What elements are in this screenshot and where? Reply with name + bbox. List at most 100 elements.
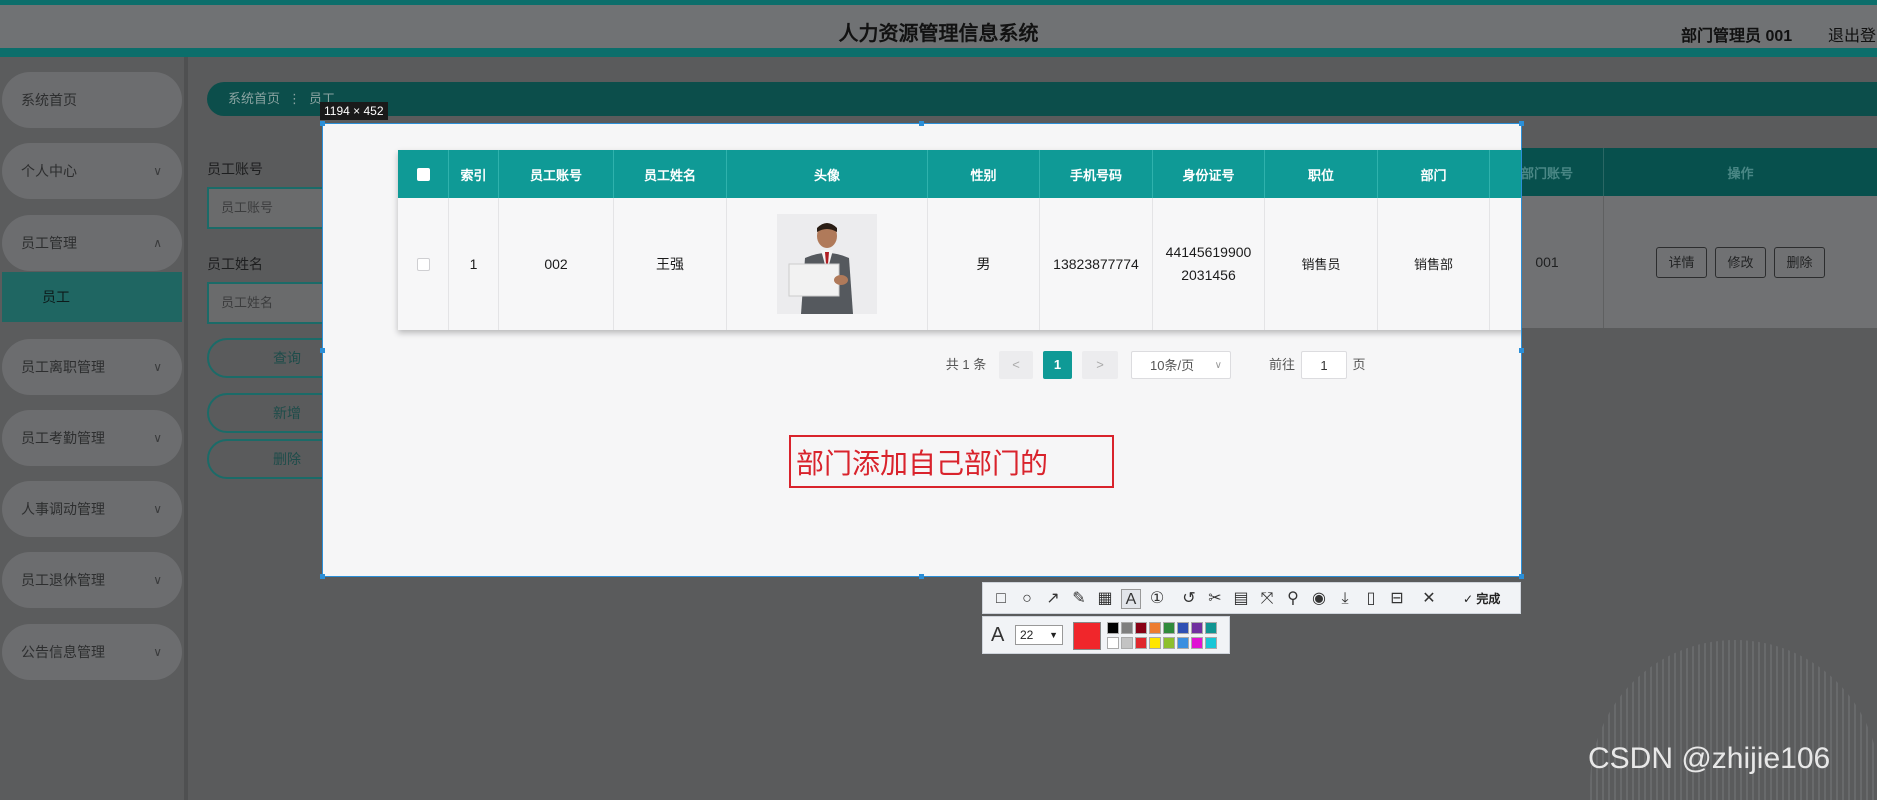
sidebar: 系统首页 个人中心 ∨ 员工管理 ∧ 员工 员工离职管理 ∨ 员工考勤管理 ∨ 人事调动… xyxy=(0,57,188,800)
annotation-text[interactable]: 部门添加自己部门的 xyxy=(796,442,1048,482)
resize-handle-top[interactable] xyxy=(919,121,924,126)
text-tool-icon[interactable]: A xyxy=(1121,589,1141,609)
color-swatch[interactable] xyxy=(1177,637,1189,649)
color-swatch[interactable] xyxy=(1205,622,1217,634)
row-checkbox[interactable] xyxy=(416,257,430,271)
pagination: 共 1 条 < 1 > 10条/页 ∨ 前往 1 页 xyxy=(323,351,1521,381)
color-swatch[interactable] xyxy=(1107,622,1119,634)
breadcrumb-separator: ⋮ xyxy=(288,91,302,106)
edit-button[interactable]: 修改 xyxy=(1715,246,1766,278)
td-id-number: 44145619900 2031456 xyxy=(1152,198,1264,330)
resize-handle-top-left[interactable] xyxy=(320,121,325,126)
sidebar-item-attendance[interactable]: 员工考勤管理 ∨ xyxy=(2,410,182,466)
sidebar-item-label: 员工管理 xyxy=(21,235,77,251)
number-tool-icon[interactable]: ① xyxy=(1147,589,1167,609)
avatar xyxy=(777,214,877,314)
sidebar-item-transfer[interactable]: 人事调动管理 ∨ xyxy=(2,481,182,537)
sidebar-item-notices[interactable]: 公告信息管理 ∨ xyxy=(2,624,182,680)
check-icon: ✓ xyxy=(1463,592,1474,606)
table-header: 索引 员工账号 员工姓名 头像 性别 手机号码 身份证号 职位 部门 xyxy=(398,150,1521,198)
mosaic-tool-icon[interactable]: ▦ xyxy=(1095,589,1115,609)
resize-handle-right[interactable] xyxy=(1519,348,1524,353)
color-swatch[interactable] xyxy=(1121,622,1133,634)
sidebar-item-personal[interactable]: 个人中心 ∨ xyxy=(2,143,182,199)
current-color-swatch[interactable] xyxy=(1073,622,1101,650)
logout-link[interactable]: 退出登录 xyxy=(1828,22,1877,46)
capture-region[interactable]: 索引 员工账号 员工姓名 头像 性别 手机号码 身份证号 职位 部门 1 002… xyxy=(322,123,1522,577)
phone-icon[interactable]: ▯ xyxy=(1361,589,1381,609)
td-gender: 男 xyxy=(927,198,1039,330)
th-select-all[interactable] xyxy=(398,150,448,198)
color-swatch[interactable] xyxy=(1149,622,1161,634)
scissors-icon[interactable]: ✂ xyxy=(1205,589,1225,609)
resize-handle-bottom[interactable] xyxy=(919,574,924,579)
color-swatch[interactable] xyxy=(1107,637,1119,649)
color-swatch[interactable] xyxy=(1135,637,1147,649)
td-index: 1 xyxy=(448,198,498,330)
translate-icon[interactable]: ⤧ xyxy=(1257,589,1277,609)
color-swatch[interactable] xyxy=(1177,622,1189,634)
sidebar-item-employee-mgmt[interactable]: 员工管理 ∧ xyxy=(2,215,182,271)
record-icon[interactable]: ◉ xyxy=(1309,589,1329,609)
td-name: 王强 xyxy=(613,198,726,330)
goto-page-input[interactable]: 1 xyxy=(1301,351,1347,379)
resize-handle-top-right[interactable] xyxy=(1519,121,1524,126)
td-avatar xyxy=(726,198,927,330)
th-gender: 性别 xyxy=(927,150,1039,198)
current-user: 部门管理员 001 xyxy=(1681,28,1793,45)
color-swatch[interactable] xyxy=(1163,637,1175,649)
pin-icon[interactable]: ⚲ xyxy=(1283,589,1303,609)
pen-tool-icon[interactable]: ✎ xyxy=(1069,589,1089,609)
resize-handle-left[interactable] xyxy=(320,348,325,353)
system-title: 人力资源管理信息系统 xyxy=(838,23,1039,45)
next-page-button[interactable]: > xyxy=(1082,351,1118,379)
prev-page-button[interactable]: < xyxy=(999,351,1033,379)
sidebar-subitem-employee[interactable]: 员工 xyxy=(2,272,182,322)
table-row: 1 002 王强 男 13823877774 44145619900 20314… xyxy=(398,198,1521,330)
sidebar-item-home[interactable]: 系统首页 xyxy=(2,72,182,128)
detail-button[interactable]: 详情 xyxy=(1656,246,1707,278)
chevron-down-icon: ∨ xyxy=(153,502,162,516)
done-button[interactable]: ✓ 完成 xyxy=(1463,590,1500,607)
sidebar-item-retirement[interactable]: 员工退休管理 ∨ xyxy=(2,552,182,608)
close-icon[interactable]: ✕ xyxy=(1419,589,1439,609)
row-delete-button[interactable]: 删除 xyxy=(1774,246,1825,278)
color-swatch[interactable] xyxy=(1205,637,1217,649)
chevron-down-icon: ∨ xyxy=(153,164,162,178)
breadcrumb-home[interactable]: 系统首页 xyxy=(228,91,280,106)
resize-handle-bottom-right[interactable] xyxy=(1519,574,1524,579)
sidebar-item-label: 员工考勤管理 xyxy=(21,430,105,446)
page-1-button[interactable]: 1 xyxy=(1043,351,1072,379)
rectangle-tool-icon[interactable]: □ xyxy=(991,589,1011,609)
arrow-tool-icon[interactable]: ↗ xyxy=(1043,589,1063,609)
color-swatch[interactable] xyxy=(1191,622,1203,634)
capture-size-badge: 1194 × 452 xyxy=(320,102,388,120)
breadcrumb: 系统首页 ⋮ 员工 xyxy=(207,82,1877,116)
th-phone: 手机号码 xyxy=(1039,150,1152,198)
color-swatch[interactable] xyxy=(1135,622,1147,634)
undo-icon[interactable]: ↺ xyxy=(1179,589,1199,609)
sidebar-item-label: 员工退休管理 xyxy=(21,572,105,588)
font-size-select[interactable]: 22 ▼ xyxy=(1015,625,1063,645)
resize-handle-bottom-left[interactable] xyxy=(320,574,325,579)
select-all-checkbox[interactable] xyxy=(416,167,430,181)
color-swatch[interactable] xyxy=(1163,622,1175,634)
text-style-bar: A 22 ▼ xyxy=(982,616,1230,654)
color-swatch[interactable] xyxy=(1149,637,1161,649)
td-dept: 销售部 xyxy=(1377,198,1489,330)
td-select[interactable] xyxy=(398,198,448,330)
ellipse-tool-icon[interactable]: ○ xyxy=(1017,589,1037,609)
header-bottom-strip xyxy=(0,48,1877,57)
page-size-select[interactable]: 10条/页 ∨ xyxy=(1131,351,1231,379)
color-swatch[interactable] xyxy=(1121,637,1133,649)
sidebar-item-resignation[interactable]: 员工离职管理 ∨ xyxy=(2,339,182,395)
account-label: 员工账号 xyxy=(207,161,263,177)
page-suffix: 页 xyxy=(1352,357,1366,372)
download-icon[interactable]: ⤓ xyxy=(1335,589,1355,609)
bookmark-icon[interactable]: ⊟ xyxy=(1387,589,1407,609)
ocr-icon[interactable]: ▤ xyxy=(1231,589,1251,609)
chevron-down-icon: ∨ xyxy=(153,573,162,587)
th-position: 职位 xyxy=(1264,150,1377,198)
chevron-down-icon: ∨ xyxy=(153,360,162,374)
color-swatch[interactable] xyxy=(1191,637,1203,649)
